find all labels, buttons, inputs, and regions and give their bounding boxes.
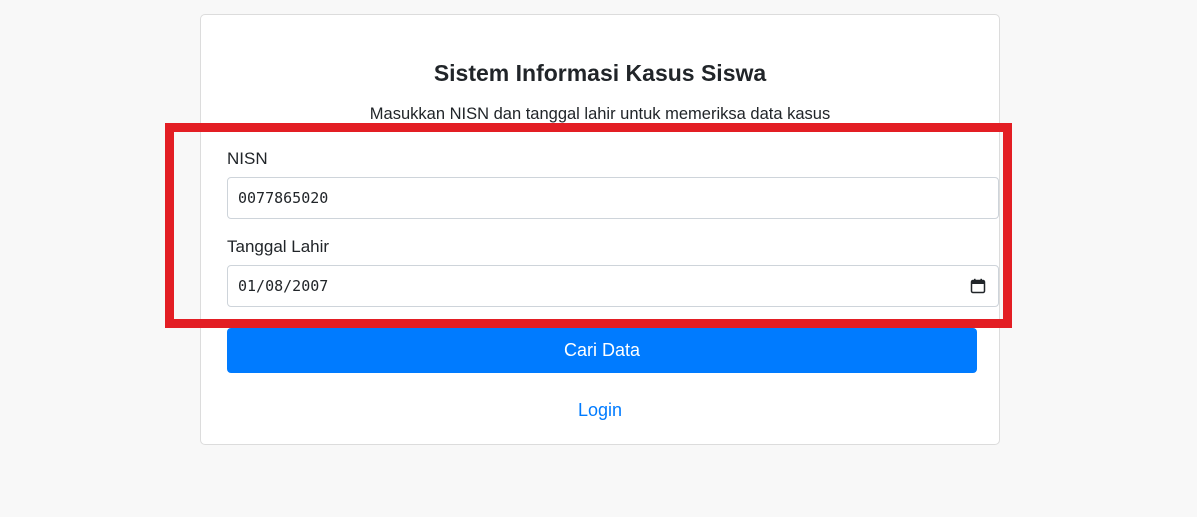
cari-data-button[interactable]: Cari Data xyxy=(227,328,977,373)
tanggal-lahir-label: Tanggal Lahir xyxy=(227,237,330,256)
page-subtitle: Masukkan NISN dan tanggal lahir untuk me… xyxy=(369,105,831,123)
page-title: Sistem Informasi Kasus Siswa xyxy=(433,60,767,86)
tanggal-lahir-value[interactable]: 01/08/2007 xyxy=(238,266,328,306)
nisn-label: NISN xyxy=(227,149,268,168)
nisn-input[interactable]: 0077865020 xyxy=(227,177,999,219)
calendar-icon[interactable] xyxy=(970,278,986,294)
tanggal-lahir-input[interactable]: 01/08/2007 xyxy=(227,265,999,307)
search-card: Sistem Informasi Kasus Siswa Masukkan NI… xyxy=(200,14,1000,445)
login-link[interactable]: Login xyxy=(201,399,999,421)
